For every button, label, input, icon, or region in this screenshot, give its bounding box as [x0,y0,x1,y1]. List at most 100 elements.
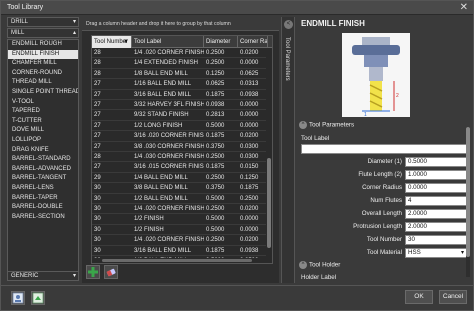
ok-button[interactable]: OK [405,290,433,304]
column-header-tool-label[interactable]: Tool Label [132,36,204,48]
delete-tool-button[interactable] [104,265,118,279]
tool-number-input[interactable]: 30 [405,235,467,245]
cell-tool-number: 28 [94,154,101,160]
table-row[interactable]: 30 1/2 FINISH 0.5000 0.0000 [92,225,272,236]
side-tab-label: Tool Parameters [284,37,290,81]
tool-type-item[interactable]: BARREL-LENS [8,184,78,194]
export-library-button[interactable] [31,291,45,305]
tool-type-item[interactable]: ENDMILL FINISH [8,49,78,60]
table-row[interactable]: 27 9/32 STAND FINISH 0.2813 0.0000 [92,110,272,121]
close-icon[interactable]: ✕ [460,2,468,13]
parameters-side-tab[interactable]: < Tool Parameters [281,17,295,283]
tool-type-item[interactable]: DOVE MILL [8,126,78,136]
protrusion-length-input[interactable]: 2.0000 [405,222,467,232]
cell-tool-number: 30 [94,226,101,233]
cell-tool-number: 27 [94,102,101,108]
tool-type-item[interactable]: V-TOOL [8,98,78,108]
table-row[interactable]: 30 1/4 .020 CORNER FINISH 0.2500 0.0200 [92,235,272,246]
overall-length-input[interactable]: 2.0000 [405,209,467,219]
table-row[interactable]: 28 1/8 BALL END MILL 0.1250 0.0625 [92,69,272,80]
table-row[interactable]: 30 1/2 FINISH 0.5000 0.0000 [92,214,272,225]
window-title: Tool Library [7,4,44,11]
table-row[interactable]: 27 3/16 .020 CORNER FINISH 0.1875 0.0200 [92,131,272,142]
tool-type-item[interactable]: BARREL-ADVANCED [8,165,78,175]
tool-type-item[interactable]: CORNER-ROUND [8,69,78,79]
num-flutes-label: Num Flutes [370,197,402,204]
tool-type-item[interactable]: TAPERED [8,107,78,117]
collapse-icon[interactable]: < [284,20,293,29]
flute-length-input[interactable]: 1.0000 [405,170,467,180]
scroll-thumb[interactable] [267,158,271,248]
cell-diameter: 0.2500 [206,154,225,160]
table-row[interactable]: 27 3/16 .015 CORNER FINISH 0.1875 0.0150 [92,162,272,173]
import-icon [12,292,24,304]
tool-type-item[interactable]: THREAD MILL [8,78,78,88]
scroll-thumb[interactable] [466,127,470,257]
tool-material-select[interactable]: HSS ▾ [405,248,467,258]
tool-type-item[interactable]: BARREL-STANDARD [8,155,78,165]
tool-type-item[interactable]: SINGLE POINT THREAD [8,88,78,98]
diameter-input[interactable]: 0.5000 [405,157,467,167]
cell-corner-radius: 0.0300 [240,143,259,150]
tool-type-item[interactable]: LOLLIPOP [8,136,78,146]
tool-type-item[interactable]: BARREL-TAPER [8,194,78,204]
cell-corner-radius: 0.1875 [240,185,259,192]
column-title: Tool Label [134,39,162,45]
tool-type-item[interactable]: DRAG KNIFE [8,146,78,156]
table-row[interactable]: 28 1/4 .020 CORNER FINISH 0.2500 0.0200 [92,48,272,59]
cell-diameter: 0.2500 [206,237,225,244]
drill-category-combo[interactable]: DRILL ▾ [7,17,79,27]
tool-type-item[interactable]: T-CUTTER [8,117,78,127]
tool-parameters-section[interactable]: ^ Tool Parameters [299,121,354,129]
tool-type-item[interactable]: ENDMILL ROUGH [8,40,78,50]
generic-category-combo[interactable]: GENERIC ▾ [7,271,79,281]
group-by-area[interactable]: Drag a column header and drop it here to… [82,17,279,31]
cell-tool-label: 9/32 STAND FINISH [134,112,189,119]
table-row[interactable]: 30 3/16 BALL END MILL 0.1875 0.0938 [92,246,272,256]
grid-horizontal-scrollbar[interactable] [92,258,268,263]
cell-tool-label: 1/2 FINISH [134,226,164,233]
collapse-section-icon[interactable]: ^ [299,261,307,269]
table-row[interactable]: 27 3/8 .030 CORNER FINISH 0.3750 0.0300 [92,142,272,152]
table-row[interactable]: 28 1/4 EXTENDED FINISH 0.2500 0.0000 [92,58,272,69]
mill-category-combo[interactable]: MILL ▴ [7,28,79,38]
column-header-diameter[interactable]: Diameter [204,36,238,48]
table-row[interactable]: 27 1/16 BALL END MILL 0.0625 0.0313 [92,79,272,90]
tool-type-item[interactable]: CHAMFER MILL [8,59,78,69]
tool-label-input[interactable] [301,144,467,154]
tool-type-item[interactable]: BARREL-SECTION [8,213,78,223]
parameters-scrollbar[interactable] [466,127,470,277]
cell-tool-label: 3/8 BALL END MILL [134,185,188,192]
table-row[interactable]: 28 1/4 .030 CORNER FINISH 0.2500 0.0300 [92,152,272,163]
tool-type-item[interactable]: BARREL-TANGENT [8,174,78,184]
scroll-thumb[interactable] [102,259,252,262]
table-row[interactable]: 30 3/8 BALL END MILL 0.3750 0.1875 [92,183,272,194]
column-header-tool-number[interactable]: Tool Number ▼ [92,36,132,48]
corner-radius-input[interactable]: 0.0000 [405,183,467,193]
table-row[interactable]: 27 1/2 LONG FINISH 0.5000 0.0000 [92,121,272,132]
filter-icon[interactable]: ▼ [123,36,129,48]
grid-vertical-scrollbar[interactable] [266,48,272,263]
add-tool-button[interactable] [86,265,100,279]
num-flutes-input[interactable]: 4 [405,196,467,206]
import-library-button[interactable] [11,291,25,305]
cell-tool-number: 27 [94,112,101,119]
cell-corner-radius: 0.0000 [240,216,259,223]
table-row[interactable]: 30 1/2 BALL END MILL 0.5000 0.2500 [92,194,272,204]
column-header-corner-radius[interactable]: Corner Ra [238,36,268,48]
cell-corner-radius: 0.0625 [240,70,259,77]
tool-type-item[interactable]: BARREL-DOUBLE [8,203,78,213]
cell-tool-label: 3/16 .015 CORNER FINISH [134,164,204,171]
overall-length-label: Overall Length [361,210,402,217]
cancel-button[interactable]: Cancel [439,290,467,304]
table-row[interactable]: 27 3/32 HARVEY 3FL FINISH 0.0938 0.0000 [92,100,272,111]
column-title: Corner Ra [240,39,268,45]
cell-corner-radius: 0.0300 [240,154,259,160]
section-title: Tool Parameters [309,121,355,129]
cell-diameter: 0.1875 [206,164,225,171]
tool-holder-section[interactable]: ^ Tool Holder [299,261,340,269]
table-row[interactable]: 29 1/4 BALL END MILL 0.2500 0.1250 [92,173,272,184]
table-row[interactable]: 27 3/16 BALL END MILL 0.1875 0.0938 [92,90,272,100]
collapse-section-icon[interactable]: ^ [299,121,307,129]
table-row[interactable]: 30 1/4 .020 CORNER FINISH 0.2500 0.0200 [92,204,272,215]
